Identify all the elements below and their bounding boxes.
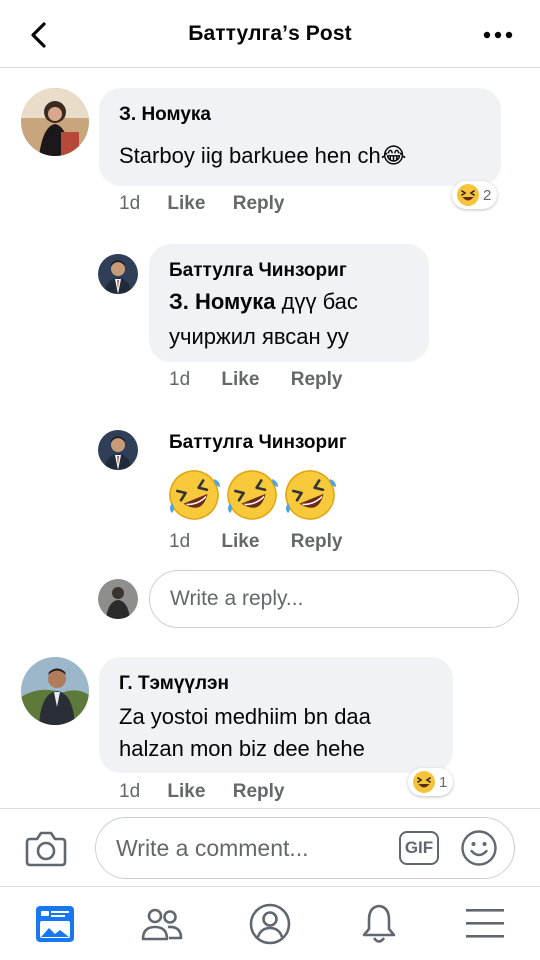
sticker-smiley-icon[interactable] [460,829,498,867]
more-options-icon[interactable] [478,20,518,50]
reply-button[interactable]: Reply [233,781,285,802]
comment-age[interactable]: 1d [169,369,190,390]
my-avatar [98,579,138,619]
camera-icon[interactable] [24,829,68,867]
like-button[interactable]: Like [221,369,259,390]
comment-age[interactable]: 1d [119,193,140,214]
reaction-summary[interactable]: 1 [408,768,454,796]
post-comments-screen: Баттулга’s Post З. Номука Starboy iig ba… [0,0,540,960]
top-bar: Баттулга’s Post [0,0,540,68]
emoji-reply [166,467,338,525]
reply-text-line1: дүү бас [275,289,358,314]
bottom-tab-bar [0,886,540,960]
news-feed-icon[interactable] [32,901,78,947]
avatar[interactable] [98,254,138,294]
comment-composer: Write a comment... GIF [0,808,540,886]
comment-author[interactable]: Баттулга Чинзориг [169,260,347,282]
reply-button[interactable]: Reply [291,531,343,552]
reaction-summary[interactable]: 2 [452,181,498,209]
reply-text-line2: учиржил явсан уу [169,324,349,349]
avatar[interactable] [98,430,138,470]
reply-actions: 1d Like Reply [169,531,342,553]
haha-reaction-icon [457,184,479,206]
comment-age[interactable]: 1d [169,531,190,552]
like-button[interactable]: Like [167,193,205,214]
rolling-laughing-emoji-icon [285,470,336,520]
reply-input-placeholder: Write a reply... [170,587,304,610]
comment-text: Starboy iig barkuee hen ch😂 [119,143,407,168]
menu-icon[interactable] [462,901,508,947]
comment-author[interactable]: Г. Тэмүүлэн [119,673,229,695]
reply-actions: 1d Like Reply [169,369,342,391]
comment-actions: 1d Like Reply [119,781,284,803]
rolling-laughing-emoji-icon [169,470,220,520]
mention-tag[interactable]: З. Номука [169,289,276,314]
gif-button[interactable]: GIF [399,831,439,865]
reaction-count: 1 [439,773,448,791]
avatar[interactable] [21,657,89,725]
profile-icon[interactable] [247,901,293,947]
gif-label: GIF [404,838,434,857]
avatar[interactable] [21,88,89,156]
comment-input-placeholder: Write a comment... [116,835,309,861]
rolling-laughing-emoji-icon [227,470,278,520]
comment-text-line1: Za yostoi medhiim bn daa [119,704,371,729]
comment-text-line2: halzan mon biz dee hehe [119,736,365,761]
reply-input[interactable]: Write a reply... [149,570,519,628]
comment-age[interactable]: 1d [119,781,140,802]
friends-icon[interactable] [139,901,185,947]
comment-author[interactable]: З. Номука [119,104,211,126]
reaction-count: 2 [483,186,492,204]
reply-button[interactable]: Reply [233,193,285,214]
reply-text: З. Номука дүү бас [169,285,358,319]
notifications-bell-icon[interactable] [356,901,402,947]
like-button[interactable]: Like [167,781,205,802]
comment-author[interactable]: Баттулга Чинзориг [169,432,347,454]
like-button[interactable]: Like [221,531,259,552]
haha-reaction-icon [413,771,435,793]
comment-actions: 1d Like Reply [119,193,284,215]
page-title: Баттулга’s Post [188,22,352,45]
reply-button[interactable]: Reply [291,369,343,390]
comment-input[interactable]: Write a comment... GIF [95,817,515,879]
